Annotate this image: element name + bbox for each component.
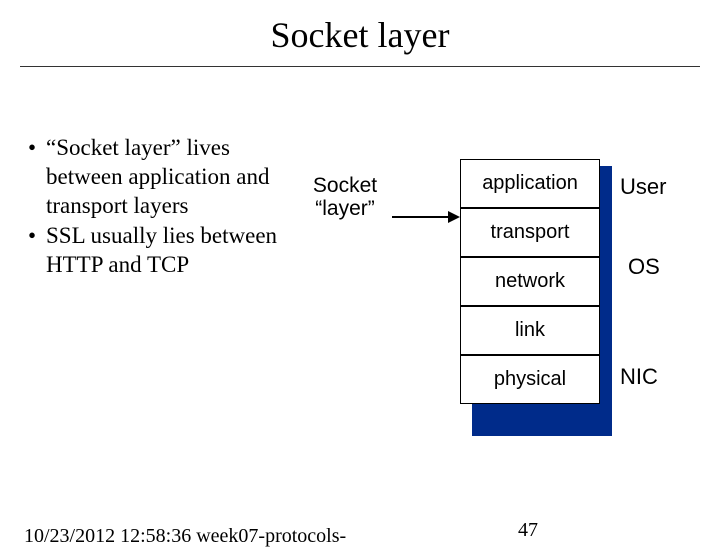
bullet-list: • “Socket layer” lives between applicati… bbox=[28, 134, 288, 282]
footer-file: week07-protocols- bbox=[196, 525, 346, 547]
bullet-text: SSL usually lies between HTTP and TCP bbox=[46, 222, 288, 280]
page-number: 47 bbox=[518, 519, 538, 542]
layer-transport: transport bbox=[460, 208, 600, 257]
footer-date: 10/23/2012 12:58:36 bbox=[24, 525, 191, 547]
layer-link: link bbox=[460, 306, 600, 355]
label-user: User bbox=[620, 174, 666, 200]
bullet-dot-icon: • bbox=[28, 134, 46, 220]
layer-application: application bbox=[460, 159, 600, 208]
bullet-text: “Socket layer” lives between application… bbox=[46, 134, 288, 220]
label-os: OS bbox=[628, 254, 660, 280]
arrow-icon bbox=[392, 209, 462, 225]
network-stack: application transport network link physi… bbox=[460, 159, 600, 404]
slide-footer: 10/23/2012 12:58:36 week07-protocols- bbox=[24, 525, 704, 548]
label-nic: NIC bbox=[620, 364, 658, 390]
bullet-item: • SSL usually lies between HTTP and TCP bbox=[28, 222, 288, 280]
title-divider bbox=[20, 66, 700, 67]
slide-title: Socket layer bbox=[0, 14, 720, 56]
layer-physical: physical bbox=[460, 355, 600, 404]
bullet-dot-icon: • bbox=[28, 222, 46, 280]
bullet-item: • “Socket layer” lives between applicati… bbox=[28, 134, 288, 220]
socket-label-line1: Socket bbox=[300, 174, 390, 197]
socket-layer-label: Socket “layer” bbox=[300, 174, 390, 220]
layer-network: network bbox=[460, 257, 600, 306]
socket-label-line2: “layer” bbox=[300, 197, 390, 220]
